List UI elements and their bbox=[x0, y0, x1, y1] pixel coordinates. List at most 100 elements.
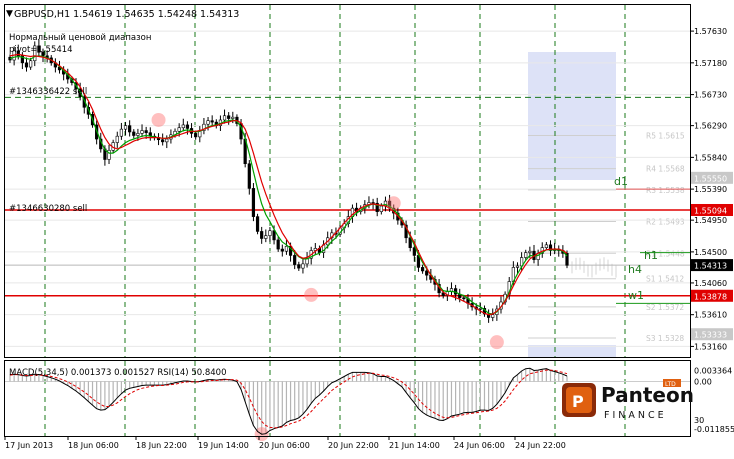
candle-body bbox=[24, 62, 29, 68]
ind-axis-label: 30 bbox=[694, 416, 704, 425]
order-label-2[interactable]: #1346630280 sell bbox=[9, 204, 87, 214]
ind-axis-label: 0.00 bbox=[694, 377, 712, 386]
candle-body bbox=[264, 235, 268, 239]
candle-body bbox=[227, 115, 231, 119]
indicator-title: MACD(5,34,5) 0.001373 0.001527 RSI(14) 5… bbox=[9, 368, 226, 378]
cross-marker bbox=[151, 112, 166, 127]
candle-body bbox=[231, 116, 235, 119]
candle-body bbox=[185, 124, 190, 129]
candle-body bbox=[420, 267, 425, 272]
logo-badge-text: LTD bbox=[665, 381, 676, 388]
chart-area: R5 1.5615 R4 1.5568 R3 1.5538 R2 1.5493 R1 1… bbox=[0, 0, 734, 455]
axis-label: 1.56730 bbox=[694, 91, 727, 100]
pivot-level-label: S1 1.5412 bbox=[646, 275, 684, 284]
candle-body bbox=[544, 244, 548, 248]
cross-marker bbox=[304, 287, 319, 302]
candle-body bbox=[301, 263, 305, 269]
candle-body bbox=[222, 115, 227, 121]
candle-body bbox=[412, 247, 416, 256]
time-label: 18 Jun 06:00 bbox=[68, 441, 119, 450]
axis-label: 1.54060 bbox=[694, 279, 727, 288]
time-label: 24 Jun 22:00 bbox=[515, 441, 566, 450]
time-label: 24 Jun 06:00 bbox=[454, 441, 505, 450]
candle-body bbox=[515, 265, 520, 268]
logo-glyph: P bbox=[572, 392, 584, 411]
axis-label: 1.57180 bbox=[694, 59, 727, 68]
candle-body bbox=[128, 125, 132, 133]
candle-body bbox=[297, 264, 301, 269]
axis-label: 1.55390 bbox=[694, 185, 727, 194]
cross-marker bbox=[386, 196, 401, 211]
pivot-zone-upper bbox=[528, 52, 616, 180]
pivot-level-label: R3 1.5538 bbox=[646, 186, 685, 195]
pivot-level-label: S3 1.5328 bbox=[646, 334, 684, 343]
axis-label: 1.53160 bbox=[694, 342, 727, 351]
candle-body bbox=[528, 250, 532, 253]
candle-body bbox=[144, 130, 148, 133]
time-label: 21 Jun 14:00 bbox=[389, 441, 440, 450]
candle-body bbox=[462, 297, 466, 300]
pivot-level-label: R2 1.5493 bbox=[646, 218, 685, 227]
candle-body bbox=[181, 124, 185, 129]
price-flag-label: 1.55094 bbox=[694, 206, 727, 215]
candle-body bbox=[293, 255, 297, 265]
candle-body bbox=[210, 120, 214, 123]
collapse-arrow-icon[interactable]: ▼ bbox=[6, 9, 13, 19]
axis-label: 1.57630 bbox=[694, 27, 727, 36]
chart-title: GBPUSD,H1 1.54619 1.54635 1.54248 1.5431… bbox=[14, 9, 239, 20]
price-flag-label: 1.53878 bbox=[694, 292, 727, 301]
candle-body bbox=[177, 127, 181, 132]
candle-body bbox=[255, 216, 260, 232]
time-label: 17 Jun 2013 bbox=[5, 441, 53, 450]
pivot-level-label: R5 1.5615 bbox=[646, 132, 685, 141]
candle-body bbox=[272, 230, 276, 241]
candle-body bbox=[276, 239, 280, 250]
candle-body bbox=[165, 138, 169, 143]
candle-body bbox=[478, 308, 482, 310]
candle-body bbox=[251, 188, 256, 217]
candle-body bbox=[524, 252, 528, 258]
axis-label: 1.56290 bbox=[694, 122, 727, 131]
candle-body bbox=[123, 125, 128, 130]
pivot-zone-lower bbox=[528, 345, 616, 358]
axis-label: 1.54950 bbox=[694, 216, 727, 225]
candle-body bbox=[284, 245, 289, 252]
pivot-h4-label: h4 bbox=[628, 263, 642, 276]
candle-body bbox=[119, 128, 123, 137]
price-flag-label: 1.55550 bbox=[694, 174, 727, 183]
chart-svg: R5 1.5615R4 1.5568R3 1.5538R2 1.5493R1 1… bbox=[0, 0, 734, 455]
candle-body bbox=[379, 205, 383, 212]
candle-body bbox=[268, 230, 272, 236]
candle-body bbox=[140, 130, 144, 134]
candle-body bbox=[280, 248, 284, 252]
time-label: 18 Jun 22:00 bbox=[136, 441, 187, 450]
candle-body bbox=[206, 120, 210, 125]
candle-body bbox=[260, 231, 264, 239]
pivot-level-label: S2 1.5372 bbox=[646, 303, 684, 312]
ind-axis-label: 0.003364 bbox=[694, 366, 732, 375]
time-label: 20 Jun 06:00 bbox=[259, 441, 310, 450]
candle-body bbox=[161, 139, 165, 143]
axis-label: 1.53610 bbox=[694, 311, 727, 320]
order-label-1[interactable]: #1346336422 sell bbox=[9, 87, 87, 97]
candle-body bbox=[491, 314, 495, 318]
pivot-h1-label: h1 bbox=[644, 249, 658, 262]
pivot-level-label: R4 1.5568 bbox=[646, 165, 685, 174]
time-label: 20 Jun 22:00 bbox=[328, 441, 379, 450]
cross-marker bbox=[489, 335, 504, 350]
indicator-label: Нормальный ценовой диапазон bbox=[9, 33, 151, 43]
candle-body bbox=[136, 133, 140, 136]
pivot-d1-label: d1 bbox=[614, 175, 628, 188]
pivot-label: pivot=1.55414 bbox=[9, 45, 73, 55]
price-flag-label: 1.53333 bbox=[694, 331, 727, 340]
time-label: 19 Jun 14:00 bbox=[198, 441, 249, 450]
ind-axis-label: -0.011855 bbox=[694, 425, 734, 434]
candle-body bbox=[115, 135, 119, 143]
logo-sub: FINANCE bbox=[604, 410, 667, 421]
candle-body bbox=[29, 60, 33, 68]
candle-body bbox=[194, 133, 198, 138]
axis-label: 1.55840 bbox=[694, 153, 727, 162]
candle-body bbox=[425, 270, 429, 276]
pivot-w1-label: w1 bbox=[628, 289, 644, 302]
axis-label: 1.54500 bbox=[694, 248, 727, 257]
